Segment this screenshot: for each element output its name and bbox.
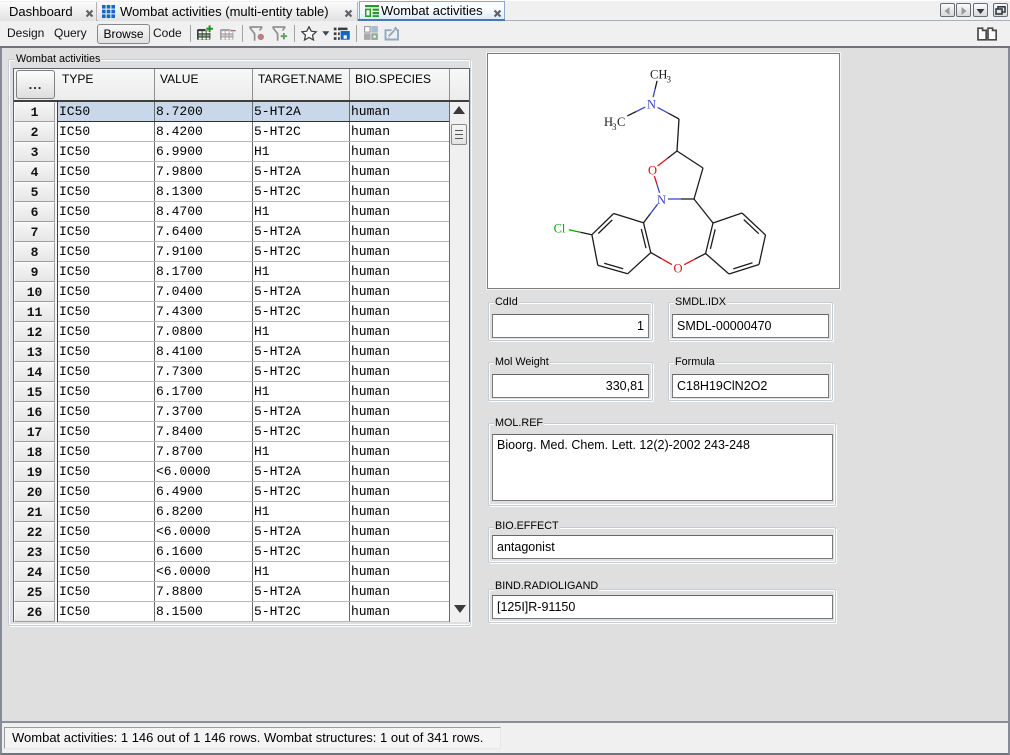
svg-text:Cl: Cl xyxy=(554,222,566,236)
svg-text:O: O xyxy=(673,262,682,276)
svg-text:N: N xyxy=(647,98,656,112)
svg-text:O: O xyxy=(648,164,657,178)
svg-text:C: C xyxy=(617,115,625,129)
svg-text:N: N xyxy=(657,193,666,207)
svg-text:3: 3 xyxy=(667,75,672,85)
svg-text:CH: CH xyxy=(650,68,667,82)
